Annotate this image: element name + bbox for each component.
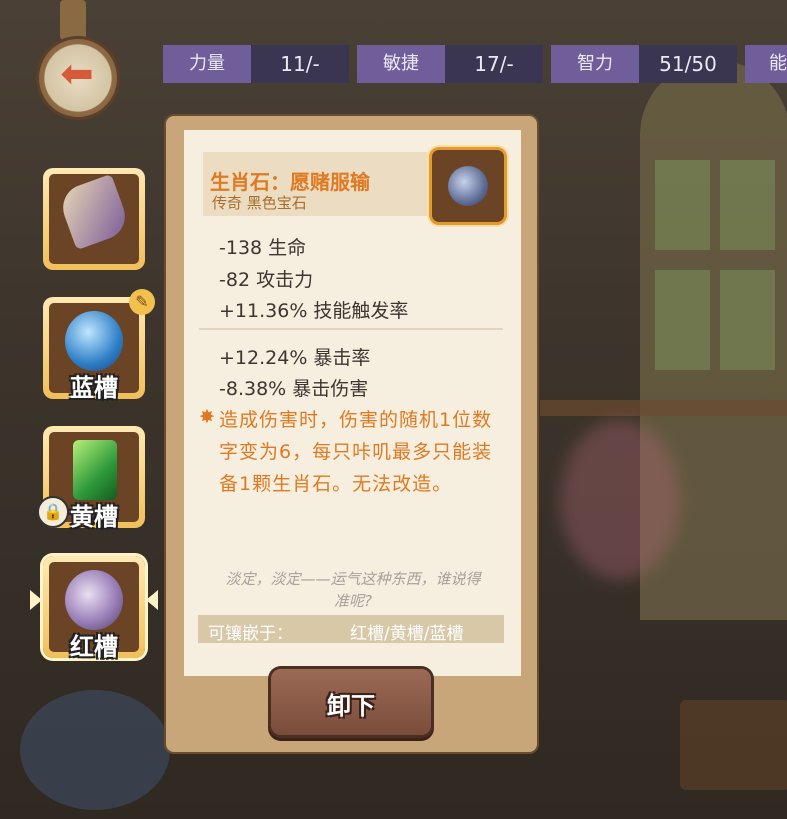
slot-label: 红槽 [70, 633, 118, 661]
wrench-icon: ✎ [129, 289, 155, 315]
stat-value: 17/- [445, 45, 543, 83]
stat-label: 智力 [551, 45, 639, 83]
gem-slot-yellow[interactable]: 🔒 黄槽 [37, 426, 145, 531]
item-stat: +11.36% 技能触发率 [219, 300, 409, 322]
black-gem-icon [448, 166, 488, 206]
slot-label: 蓝槽 [70, 374, 118, 402]
gem-slot-red[interactable]: 红槽 [43, 556, 145, 661]
socket-label: 可镶嵌于： [208, 624, 293, 644]
unequip-label: 卸下 [327, 692, 375, 720]
stat-value: 51/50 [639, 45, 737, 83]
stat-label: 力量 [163, 45, 251, 83]
stat-label: 能 [745, 45, 787, 83]
green-gem-icon [73, 440, 117, 500]
star-icon: ✸ [199, 406, 215, 428]
item-flavor-text: 淡定，淡定——运气这种东西，谁说得 准呢? [198, 568, 508, 612]
item-stat: -8.38% 暴击伤害 [219, 378, 369, 400]
item-stat: -138 生命 [219, 237, 307, 259]
back-button[interactable]: ⬅ [20, 30, 135, 120]
socket-value: 红槽/黄槽/蓝槽 [350, 624, 464, 644]
item-effect: 备1颗生肖石。无法改造。 [219, 473, 453, 495]
selection-arrow-right-icon [146, 590, 158, 610]
slot-label: 黄槽 [70, 503, 118, 531]
stat-value: 11/- [251, 45, 349, 83]
flavor-line: 淡定，淡定——运气这种东西，谁说得 [225, 570, 481, 588]
stat-intelligence: 智力 51/50 [551, 45, 737, 83]
zodiac-stone-icon [65, 570, 123, 630]
item-icon-frame [432, 150, 504, 222]
flavor-line: 准呢? [334, 592, 372, 610]
item-stat: -82 攻击力 [219, 269, 314, 291]
equipment-slot-weapon[interactable] [43, 168, 145, 270]
stat-label: 敏捷 [357, 45, 445, 83]
stat-strength: 力量 11/- [163, 45, 349, 83]
attribute-bar: 力量 11/- 敏捷 17/- 智力 51/50 能 [163, 45, 787, 83]
item-effect: 造成伤害时，伤害的随机1位数 [219, 409, 493, 431]
item-stat: +12.24% 暴击率 [219, 347, 371, 369]
unequip-button[interactable]: 卸下 [271, 669, 431, 735]
blue-gem-icon [65, 311, 123, 371]
selection-arrow-left-icon [30, 590, 42, 610]
stats-divider [199, 328, 503, 330]
item-effect: 字变为6，每只咔叽最多只能装 [219, 441, 493, 463]
item-title: 生肖石：愿赌服输 [210, 170, 370, 194]
stat-agility: 敏捷 17/- [357, 45, 543, 83]
gem-slot-blue[interactable]: ✎ 蓝槽 [43, 289, 155, 402]
stat-partial: 能 [745, 45, 787, 83]
back-arrow-icon: ⬅ [60, 51, 94, 97]
item-subtitle: 传奇 黑色宝石 [212, 194, 307, 212]
